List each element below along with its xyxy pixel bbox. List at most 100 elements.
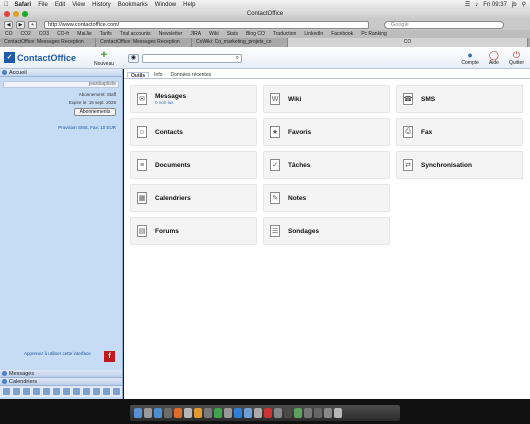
tool-favoris[interactable]: ★ Favoris	[263, 118, 390, 146]
menu-bookmarks[interactable]: Bookmarks	[118, 2, 148, 8]
contactoffice-logo[interactable]: ✓ ContactOffice	[4, 52, 76, 63]
tool-notes[interactable]: ✎ Notes	[263, 184, 390, 212]
dock-app-icon[interactable]	[314, 408, 322, 418]
browser-tab[interactable]: ContactOffice: Messages Reception	[0, 38, 96, 47]
bookmark-item[interactable]: Trial accounts	[120, 31, 151, 37]
tool-calendriers[interactable]: ▦ Calendriers	[130, 184, 257, 212]
module-shortcut-icon[interactable]	[13, 388, 20, 395]
tool-sms[interactable]: ☎ SMS	[396, 85, 523, 113]
dock-app-icon[interactable]	[154, 408, 162, 418]
bookmark-item[interactable]: CO	[5, 31, 13, 37]
dock-app-icon[interactable]	[184, 408, 192, 418]
bookmark-item[interactable]: MaiJie	[77, 31, 91, 37]
dock-app-icon[interactable]	[174, 408, 182, 418]
dock-app-icon[interactable]	[304, 408, 312, 418]
dock-app-icon[interactable]	[144, 408, 152, 418]
tool-synchronisation[interactable]: ⇄ Synchronisation	[396, 151, 523, 179]
dock-app-icon[interactable]	[264, 408, 272, 418]
menu-help[interactable]: Help	[183, 2, 195, 8]
module-shortcut-icon[interactable]	[43, 388, 50, 395]
close-window-button[interactable]	[4, 11, 10, 17]
module-shortcut-icon[interactable]	[3, 388, 10, 395]
user-name[interactable]: jb	[512, 2, 517, 8]
flash-icon[interactable]: f	[104, 351, 115, 362]
globe-icon[interactable]: ◉	[128, 54, 139, 63]
tab-info[interactable]: Info	[151, 72, 165, 78]
bookmark-item[interactable]: Facebook	[331, 31, 353, 37]
new-button[interactable]: + Nouveau	[94, 50, 114, 68]
dock-app-icon[interactable]	[164, 408, 172, 418]
dock-app-icon[interactable]	[204, 408, 212, 418]
dock-app-icon[interactable]	[224, 408, 232, 418]
module-shortcut-icon[interactable]	[113, 388, 120, 395]
module-shortcut-icon[interactable]	[83, 388, 90, 395]
dock-app-icon[interactable]	[214, 408, 222, 418]
browser-tab[interactable]: CoWiki: Co_marketing_projets_co	[192, 38, 288, 47]
module-shortcut-icon[interactable]	[63, 388, 70, 395]
tab-recent-data[interactable]: Données récentes	[168, 72, 215, 78]
browser-tab-active[interactable]: CO	[288, 38, 528, 47]
account-button[interactable]: ● Compte	[461, 50, 479, 66]
dock-app-icon[interactable]	[254, 408, 262, 418]
bookmark-item[interactable]: CO-fr	[57, 31, 69, 37]
menu-app-name[interactable]: Safari	[15, 2, 32, 8]
finder-icon[interactable]	[134, 408, 142, 418]
menu-history[interactable]: History	[92, 2, 111, 8]
module-shortcut-icon[interactable]	[73, 388, 80, 395]
module-shortcut-icon[interactable]	[23, 388, 30, 395]
bookmark-item[interactable]: Stats	[227, 31, 238, 37]
browser-tab[interactable]: ContactOffice: Messages Reception	[96, 38, 192, 47]
tool-taches[interactable]: ✓ Tâches	[263, 151, 390, 179]
dock-app-icon[interactable]	[324, 408, 332, 418]
dock-app-icon[interactable]	[244, 408, 252, 418]
provision-text[interactable]: Provision SMS, Fax: 10 EUR	[0, 125, 122, 130]
sidebar-section-accueil[interactable]: Accueil	[0, 69, 122, 77]
subscriptions-button[interactable]: Abonnements	[74, 108, 116, 116]
minimize-window-button[interactable]	[13, 11, 19, 17]
tool-documents[interactable]: ≡ Documents	[130, 151, 257, 179]
google-search-field[interactable]: Google	[384, 20, 504, 29]
menu-edit[interactable]: Edit	[55, 2, 65, 8]
search-icon[interactable]: ⌕	[236, 55, 239, 61]
volume-icon[interactable]: ♪	[475, 2, 478, 8]
module-shortcut-icon[interactable]	[33, 388, 40, 395]
tool-fax[interactable]: ⎙ Fax	[396, 118, 523, 146]
bookmark-item[interactable]: LinkedIn	[304, 31, 323, 37]
module-shortcut-icon[interactable]	[103, 388, 110, 395]
bookmark-item[interactable]: CO3	[39, 31, 49, 37]
unread-count[interactable]: 0 non-lus	[155, 100, 186, 105]
zoom-window-button[interactable]	[22, 11, 28, 17]
tool-sondages[interactable]: ☰ Sondages	[263, 217, 390, 245]
app-search-input[interactable]: ⌕	[142, 54, 242, 63]
dock-app-icon[interactable]	[274, 408, 282, 418]
tab-outils[interactable]: Outils	[127, 72, 150, 79]
tool-contacts[interactable]: ☺ Contacts	[130, 118, 257, 146]
module-shortcut-icon[interactable]	[93, 388, 100, 395]
forward-button[interactable]: ▶	[16, 20, 25, 29]
tool-wiki[interactable]: W Wiki	[263, 85, 390, 113]
sidebar-section-messages[interactable]: Messages	[0, 370, 122, 378]
add-bookmark-button[interactable]: +	[28, 20, 37, 29]
back-button[interactable]: ◀	[4, 20, 13, 29]
dock-app-icon[interactable]	[294, 408, 302, 418]
tool-messages[interactable]: ✉ Messages 0 non-lus	[130, 85, 257, 113]
address-bar[interactable]: http://www.contactoffice.com/	[44, 20, 369, 29]
bookmark-item[interactable]: Tarifs	[100, 31, 112, 37]
dock-app-icon[interactable]	[194, 408, 202, 418]
learn-interface-link[interactable]: Apprenez à utiliser cette interface	[24, 351, 91, 356]
help-button[interactable]: ◯ Aide	[489, 50, 499, 66]
bookmark-item[interactable]: Blog CO	[246, 31, 265, 37]
menu-window[interactable]: Window	[155, 2, 176, 8]
spotlight-icon[interactable]: ⚲	[522, 1, 526, 8]
bookmark-item[interactable]: CO2	[21, 31, 31, 37]
dock-app-icon[interactable]	[234, 408, 242, 418]
trash-icon[interactable]	[334, 408, 342, 418]
bookmark-item[interactable]: Newsletter	[159, 31, 183, 37]
clock[interactable]: Fri 09:37	[483, 2, 507, 8]
menu-file[interactable]: File	[38, 2, 48, 8]
bookmark-item[interactable]: JIRA	[190, 31, 201, 37]
bookmark-item[interactable]: Wiki	[209, 31, 218, 37]
menu-view[interactable]: View	[72, 2, 85, 8]
bookmark-item[interactable]: Pc Ranking	[361, 31, 387, 37]
apple-menu-icon[interactable]: 	[4, 2, 9, 8]
